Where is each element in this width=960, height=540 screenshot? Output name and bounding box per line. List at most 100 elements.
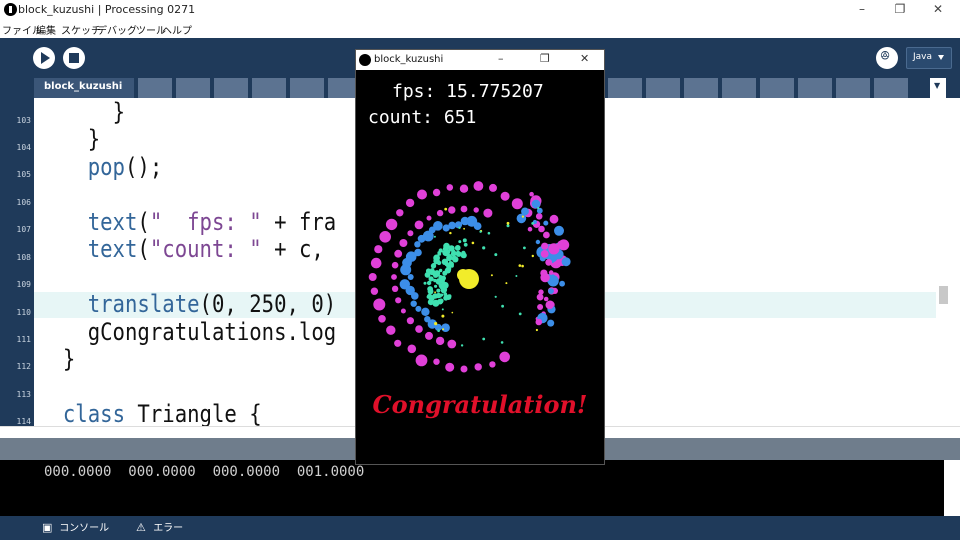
particle <box>494 295 497 298</box>
particle <box>523 246 526 250</box>
tab-menu-button[interactable]: ▼ <box>930 78 946 98</box>
particle <box>440 281 445 285</box>
particle <box>432 272 439 278</box>
tab-errors[interactable]: ⚠ エラー <box>136 519 183 537</box>
particle <box>460 344 464 347</box>
sketch-maximize-button[interactable]: ❐ <box>540 52 550 65</box>
particle <box>545 300 554 310</box>
particle <box>483 208 493 218</box>
tab-stub <box>288 78 324 98</box>
particle <box>545 259 553 266</box>
sketch-window[interactable]: block_kuzushi – ❐ ✕ fps: 15.775207 count… <box>355 49 605 465</box>
particle <box>559 280 565 287</box>
particle <box>494 253 498 257</box>
line-number: 104 <box>16 143 31 152</box>
particle <box>479 230 482 233</box>
particle <box>445 294 452 300</box>
run-button[interactable] <box>33 47 55 69</box>
sketch-minimize-button[interactable]: – <box>498 52 504 65</box>
particle <box>535 239 541 245</box>
code-token: "count: " <box>149 235 262 263</box>
particle <box>548 270 554 275</box>
congratulation-banner: Congratulation! <box>373 390 588 419</box>
tab-stub <box>758 78 794 98</box>
particle <box>537 207 540 210</box>
particle <box>437 252 442 256</box>
particle <box>424 316 431 323</box>
code-token: } <box>87 125 101 153</box>
particle <box>515 275 518 277</box>
sketch-canvas[interactable]: fps: 15.775207 count: 651 Congratulation… <box>356 70 604 464</box>
particle <box>451 311 454 314</box>
particle <box>471 241 475 245</box>
particle <box>482 246 486 250</box>
particle <box>454 245 461 251</box>
particle <box>441 308 444 311</box>
sketch-close-button[interactable]: ✕ <box>580 52 589 65</box>
particle <box>433 300 438 305</box>
mode-selector[interactable]: Java <box>906 47 952 69</box>
code-line: } <box>38 98 125 126</box>
particle <box>463 227 465 230</box>
particle <box>521 215 524 218</box>
particle <box>428 276 434 282</box>
debug-button[interactable]: ꔮ <box>876 47 898 69</box>
minimize-button[interactable]: – <box>852 2 872 16</box>
code-token: translate <box>87 290 200 318</box>
tab-console[interactable]: ▣ コンソール <box>42 519 109 537</box>
particle <box>426 280 432 286</box>
terminal-icon: ▣ <box>42 521 53 534</box>
particle <box>374 245 383 254</box>
code-line: text("count: " + c, <box>38 235 324 263</box>
particle <box>531 254 534 258</box>
window-title: block_kuzushi | Processing 0271 <box>18 3 196 16</box>
tab-stub <box>606 78 642 98</box>
menu-sketch[interactable]: スケッチ <box>61 22 101 37</box>
code-token: (0, 250, 0) <box>199 290 337 318</box>
close-button[interactable]: ✕ <box>928 2 948 16</box>
particle <box>448 221 456 230</box>
menu-debug[interactable]: デバッグ <box>97 22 137 37</box>
particle <box>426 295 430 299</box>
scrollbar-thumb[interactable] <box>939 286 948 304</box>
line-number: 103 <box>16 116 31 125</box>
menu-help[interactable]: ヘルプ <box>162 22 192 37</box>
line-number: 106 <box>16 198 31 207</box>
particle <box>499 351 510 363</box>
particle <box>449 231 452 235</box>
stop-button[interactable] <box>63 47 85 69</box>
particle <box>399 239 408 247</box>
particle <box>441 250 444 253</box>
editor-vertical-scrollbar[interactable] <box>936 98 950 426</box>
line-number-gutter: 103 104 105 106 107 108 109 110 111 112 … <box>0 98 34 426</box>
particle <box>391 274 397 280</box>
particle <box>441 323 450 332</box>
particle <box>379 231 391 243</box>
menu-edit[interactable]: 編集 <box>36 22 56 37</box>
particle <box>400 308 406 314</box>
particle <box>473 181 484 191</box>
particle <box>432 188 441 197</box>
console-scrollbar[interactable] <box>944 460 960 516</box>
maximize-button[interactable]: ❐ <box>890 2 910 16</box>
console-output: 000.0000 000.0000 000.0000 001.0000 <box>44 464 365 480</box>
particle <box>535 328 538 332</box>
particle <box>405 198 415 208</box>
particle <box>455 251 462 257</box>
particle <box>553 262 559 268</box>
particle <box>370 257 382 269</box>
particle <box>459 184 469 193</box>
particle <box>378 315 386 323</box>
particle <box>442 249 450 257</box>
particle <box>501 304 504 308</box>
tab-stub <box>174 78 210 98</box>
particle <box>415 354 428 367</box>
code-token: ( <box>137 208 150 236</box>
particle <box>557 240 565 249</box>
particle <box>457 269 469 281</box>
line-number: 112 <box>16 362 31 371</box>
tab-block-kuzushi[interactable]: block_kuzushi <box>34 78 134 98</box>
